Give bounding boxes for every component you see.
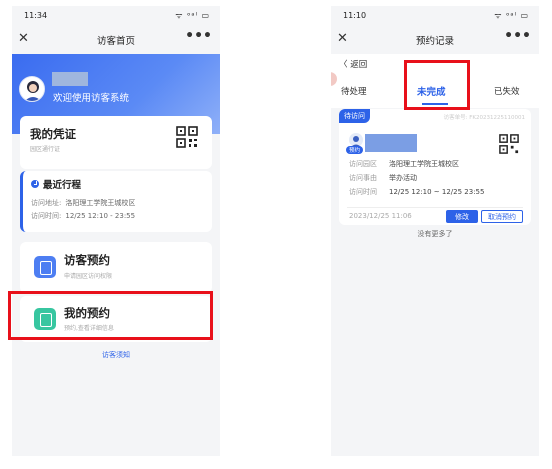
redacted-name xyxy=(52,72,88,86)
home-screen: 11:34 ᯤ ᵒᵃˡ ▭ ✕ 访客首页 ••• 欢迎使用访客系统 我的凭证 园… xyxy=(12,6,220,456)
highlight-incomplete-tab xyxy=(404,60,470,110)
clock-icon xyxy=(31,180,39,188)
more-icon[interactable]: ••• xyxy=(185,28,212,44)
tab-pending[interactable]: 待处理 xyxy=(341,85,367,97)
recent-trip-card[interactable]: 最近行程 访问地址: 洛阳理工学院王城校区 访问时间: 12/25 12:10 - … xyxy=(20,171,212,232)
credential-card[interactable]: 我的凭证 园区通行证 xyxy=(20,116,212,169)
credential-subtitle: 园区通行证 xyxy=(30,146,61,153)
visitor-booking-subtitle: 申请园区访问权限 xyxy=(64,273,113,280)
nav-bar: ✕ 预约记录 ••• xyxy=(331,26,539,54)
booking-tag: 预约 xyxy=(346,146,364,154)
qr-code-icon[interactable] xyxy=(176,126,198,148)
welcome-text: 欢迎使用访客系统 xyxy=(53,93,130,104)
credential-title: 我的凭证 xyxy=(30,127,76,141)
status-time: 11:10 xyxy=(343,11,367,20)
booking-record-card[interactable]: 待访问 访客单号: FK20231225110001 预约 访问园区 洛阳理工学院… xyxy=(339,109,531,225)
visitor-notice-link[interactable]: 访客须知 xyxy=(12,350,220,360)
status-bar: 11:34 ᯤ ᵒᵃˡ ▭ xyxy=(12,6,220,26)
avatar-icon xyxy=(24,81,42,101)
status-time: 11:34 xyxy=(24,11,48,20)
status-icons: ᯤ ᵒᵃˡ ▭ xyxy=(494,11,529,20)
status-icons: ᯤ ᵒᵃˡ ▭ xyxy=(175,11,210,20)
trip-time: 访问时间: 12/25 12:10 - 23:55 xyxy=(31,212,136,220)
more-icon[interactable]: ••• xyxy=(504,28,531,44)
redacted-name xyxy=(365,134,417,152)
nav-bar: ✕ 访客首页 ••• xyxy=(12,26,220,54)
tab-expired[interactable]: 已失效 xyxy=(494,85,520,97)
no-more-text: 没有更多了 xyxy=(417,230,453,238)
visitor-booking-card[interactable]: 访客预约 申请园区访问权限 xyxy=(20,242,212,293)
highlight-my-booking xyxy=(8,291,213,340)
visitor-id-icon xyxy=(34,256,56,278)
status-badge: 待访问 xyxy=(339,109,370,123)
back-button[interactable]: 〈 返回 xyxy=(339,58,367,70)
qr-code-icon[interactable] xyxy=(499,134,519,154)
record-reason: 访问事由 举办活动 xyxy=(349,174,417,182)
divider xyxy=(347,207,523,208)
record-park: 访问园区 洛阳理工学院王城校区 xyxy=(349,160,459,168)
record-created-date: 2023/12/25 11:06 xyxy=(349,212,412,220)
visitor-booking-title: 访客预约 xyxy=(64,253,110,267)
avatar xyxy=(349,133,363,148)
avatar xyxy=(19,76,45,102)
status-bar: 11:10 ᯤ ᵒᵃˡ ▭ xyxy=(331,6,539,26)
recent-trip-title: 最近行程 xyxy=(31,177,81,191)
cancel-booking-button[interactable]: 取消预约 xyxy=(481,210,523,223)
record-number: 访客单号: FK20231225110001 xyxy=(443,115,525,121)
trip-address: 访问地址: 洛阳理工学院王城校区 xyxy=(31,199,136,207)
record-time: 访问时间 12/25 12:10 ~ 12/25 23:55 xyxy=(349,188,485,196)
edit-button[interactable]: 修改 xyxy=(446,210,478,223)
